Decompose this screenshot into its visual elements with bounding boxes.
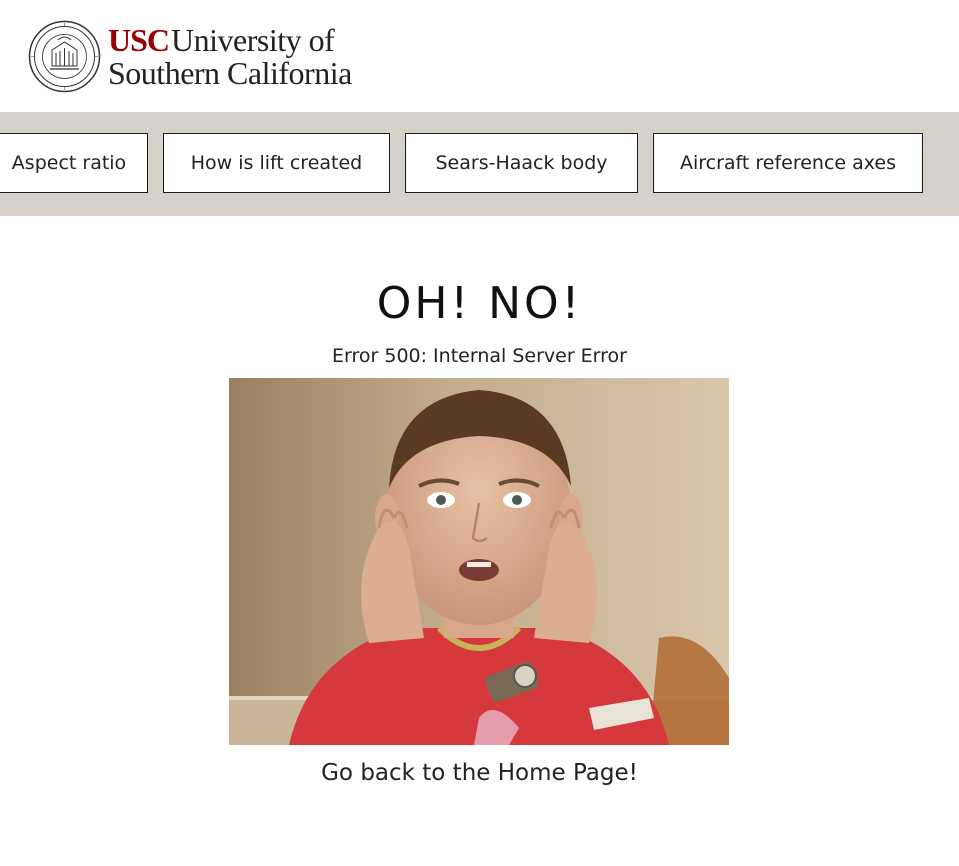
- home-page-link[interactable]: Go back to the Home Page!: [0, 760, 959, 786]
- usc-seal-icon[interactable]: [28, 20, 101, 93]
- surprised-man-image: [229, 378, 729, 745]
- nav-sears-haack[interactable]: Sears-Haack body: [405, 133, 638, 193]
- topic-nav-bar: Aspect ratio How is lift created Sears-H…: [0, 112, 959, 216]
- logo-abbrev: USC: [108, 22, 170, 58]
- logo-line1: University of: [171, 22, 335, 58]
- error-photo: [229, 378, 729, 745]
- nav-aspect-ratio[interactable]: Aspect ratio: [0, 133, 148, 193]
- site-header: USCUniversity of Southern California: [0, 0, 959, 112]
- usc-wordmark-logo[interactable]: USCUniversity of Southern California: [108, 24, 352, 89]
- nav-aircraft-axes[interactable]: Aircraft reference axes: [653, 133, 923, 193]
- error-title: OH! NO!: [376, 278, 583, 329]
- logo-line2: Southern California: [108, 55, 352, 91]
- error-message: Error 500: Internal Server Error: [332, 345, 627, 367]
- nav-lift-created[interactable]: How is lift created: [163, 133, 390, 193]
